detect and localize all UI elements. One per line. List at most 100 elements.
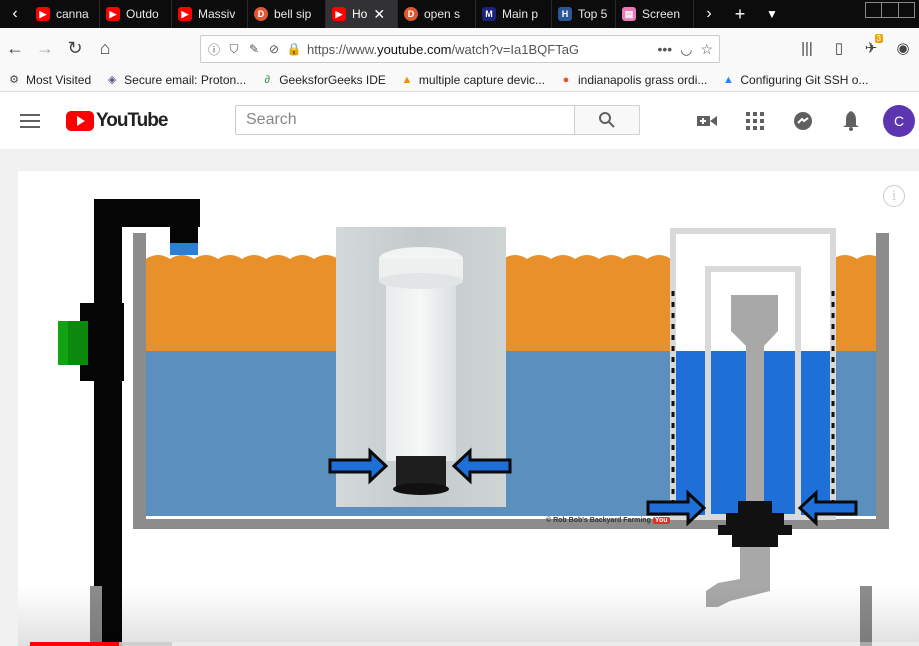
siphon-gasket [396, 456, 446, 486]
overflow-pipe [94, 199, 122, 646]
tab-strip: ▶ canna ▶ Outdo ▶ Massiv Dbell sip ▶ Ho ✕ Dopen sM… [30, 0, 694, 28]
youtube-header: YouTube Search C [0, 93, 919, 149]
apps-grid-icon[interactable] [731, 105, 779, 137]
avatar[interactable]: C [883, 105, 915, 137]
create-video-icon[interactable] [683, 105, 731, 137]
player-area: © Rob Bob's Backyard Farming You i [0, 149, 919, 646]
tab-title: canna [56, 7, 89, 21]
bookmark-label: Configuring Git SSH o... [740, 72, 869, 87]
tab-6[interactable]: M Main p [476, 0, 552, 28]
tab-8[interactable]: ▤ Screen [616, 0, 694, 28]
tab-bar: ‹ ▶ canna ▶ Outdo ▶ Massiv Dbell sip ▶ Ho ✕ Dopen … [0, 0, 919, 28]
navigation-toolbar: ← → ↻ ⌂ ⓘ ⛉ ✎ ⊘ 🔒 https://www.youtube.co… [0, 28, 919, 68]
search-icon [599, 112, 615, 128]
search-input[interactable]: Search [235, 105, 575, 135]
gear-icon: ⚙ [9, 74, 19, 86]
youtube-icon: ▶ [332, 7, 346, 21]
lock-icon[interactable]: 🔒 [287, 42, 302, 56]
youtube-watermark-badge: You [652, 517, 670, 524]
logo-text: YouTube [96, 110, 168, 131]
youtube-logo[interactable]: YouTube [66, 110, 168, 132]
tab-title: Main p [502, 7, 539, 21]
tab-list-button[interactable]: ▼ [756, 7, 788, 21]
tab-5[interactable]: Dopen s [398, 0, 476, 28]
duckduckgo-icon: D [254, 7, 268, 21]
tab-title: Outdo [126, 7, 159, 21]
close-tab-icon[interactable]: ✕ [373, 6, 385, 23]
progress-bar[interactable] [30, 642, 919, 646]
tab-4[interactable]: ▶ Ho ✕ [326, 0, 398, 28]
menu-icon[interactable] [20, 114, 40, 128]
bookmark-label: Most Visited [26, 72, 92, 87]
bookmark-item[interactable]: ▲ Configuring Git SSH o... [714, 73, 875, 87]
tab-title: open s [424, 7, 461, 21]
duckduckgo-icon: D [404, 7, 418, 21]
toolbar-right: ||| ▯ ✈ 3 ◉ [791, 34, 919, 62]
tab-title: Screen [642, 7, 681, 21]
youtube-play-icon [66, 111, 94, 131]
youtube-icon: ▶ [178, 7, 192, 21]
h-icon: H [558, 7, 572, 21]
back-button[interactable]: ← [0, 33, 30, 63]
bookmark-label: multiple capture devic... [418, 72, 545, 87]
bookmark-label: Secure email: Proton... [124, 72, 247, 87]
protonmail-icon: ◈ [107, 74, 117, 86]
header-actions: C [683, 105, 919, 137]
tab-0[interactable]: ▶ canna [30, 0, 100, 28]
tab-2[interactable]: ▶ Massiv [172, 0, 248, 28]
video-player[interactable]: © Rob Bob's Backyard Farming You i [18, 171, 919, 646]
youtube-icon: ▶ [106, 7, 120, 21]
messages-icon[interactable] [779, 105, 827, 137]
forward-button[interactable]: → [30, 33, 60, 63]
bookmark-item[interactable]: ⚙ Most Visited [0, 73, 98, 87]
video-watermark: © Rob Bob's Backyard Farming You [546, 517, 670, 524]
bookmark-item[interactable]: ∂ GeeksforGeeks IDE [253, 73, 393, 87]
bookmark-item[interactable]: ◈ Secure email: Proton... [98, 73, 253, 87]
duckduckgo-icon: ● [562, 73, 570, 86]
bookmark-star-icon[interactable]: ☆ [700, 41, 713, 58]
tab-title: Ho [352, 7, 368, 21]
url-bar[interactable]: ⓘ ⛉ ✎ ⊘ 🔒 https://www.youtube.com/watch?… [200, 35, 720, 63]
account-icon[interactable]: ◉ [887, 34, 919, 62]
bookmark-item[interactable]: ● indianapolis grass ordi... [552, 73, 714, 87]
notifications-bell-icon[interactable] [827, 105, 875, 137]
window-controls[interactable] [865, 2, 915, 18]
bookmark-label: indianapolis grass ordi... [577, 72, 708, 87]
tank-media-layer [146, 255, 338, 351]
bookmark-item[interactable]: ▲ multiple capture devic... [393, 73, 552, 87]
m-icon: M [482, 7, 496, 21]
url-text[interactable]: https://www.youtube.com/watch?v=Ia1BQFTa… [307, 42, 650, 57]
extension-icon[interactable]: ✈ 3 [855, 34, 887, 62]
info-icon[interactable]: ⓘ [207, 42, 221, 57]
player-bottom-gradient [18, 586, 919, 646]
autoplay-blocked-icon[interactable]: ⊘ [267, 42, 281, 56]
bookmarks-toolbar: ⚙ Most Visited ◈ Secure email: Proton... ∂ Ge… [0, 68, 919, 92]
gfg-icon: ∂ [264, 73, 270, 86]
pocket-icon[interactable]: ◡ [680, 41, 692, 58]
tab-title: Top 5 [578, 7, 608, 21]
tab-title: Massiv [198, 7, 236, 21]
reload-button[interactable]: ↻ [60, 33, 90, 63]
tracking-protection-icon[interactable]: ⛉ [227, 42, 241, 56]
vlc-icon: ▲ [401, 73, 413, 86]
home-button[interactable]: ⌂ [90, 33, 120, 63]
new-tab-button[interactable]: + [724, 4, 756, 25]
permissions-icon[interactable]: ✎ [247, 42, 261, 56]
library-icon[interactable]: ||| [791, 34, 823, 62]
tab-scroll-left-button[interactable]: ‹ [0, 0, 30, 28]
page-actions-icon[interactable]: ••• [658, 41, 673, 57]
video-frame-illustration [18, 171, 919, 646]
video-info-icon[interactable]: i [883, 185, 905, 207]
tab-7[interactable]: H Top 5 [552, 0, 616, 28]
progress-played [30, 642, 119, 646]
tab-1[interactable]: ▶ Outdo [100, 0, 172, 28]
tab-title: bell sip [274, 7, 312, 21]
search-button[interactable] [575, 105, 640, 135]
sidebar-icon[interactable]: ▯ [823, 34, 855, 62]
bookmark-label: GeeksforGeeks IDE [279, 72, 386, 87]
tab-3[interactable]: Dbell sip [248, 0, 326, 28]
extension-badge: 3 [874, 34, 883, 43]
atlassian-icon: ▲ [722, 73, 734, 86]
screenshot-icon: ▤ [622, 7, 636, 21]
tab-scroll-right-button[interactable]: › [694, 0, 724, 28]
